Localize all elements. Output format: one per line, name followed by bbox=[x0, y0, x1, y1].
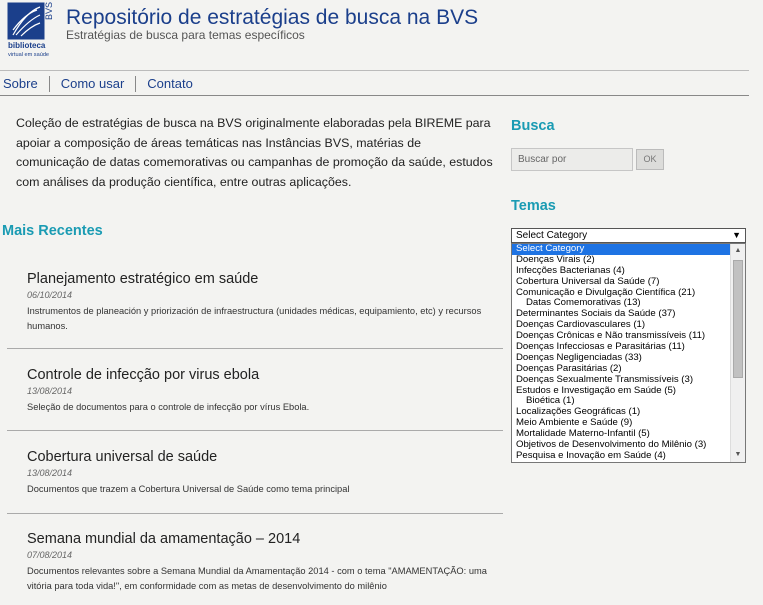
post-divider bbox=[7, 513, 503, 514]
category-select[interactable]: Select Category ▼ bbox=[511, 228, 746, 243]
nav-divider-bottom bbox=[0, 95, 749, 96]
post-divider bbox=[7, 430, 503, 431]
post-title[interactable]: Planejamento estratégico em saúde bbox=[27, 271, 487, 287]
post-item: Controle de infecção por virus ebola 13/… bbox=[27, 367, 487, 415]
nav-item-contato[interactable]: Contato bbox=[136, 76, 204, 92]
post-date: 13/08/2014 bbox=[27, 386, 73, 396]
search-input[interactable] bbox=[511, 148, 633, 171]
logo-line2: virtual em saúde bbox=[8, 52, 49, 58]
recent-heading: Mais Recentes bbox=[2, 223, 103, 239]
bvs-logo[interactable]: BVS biblioteca virtual em saúde bbox=[7, 2, 59, 58]
category-option[interactable]: Doenças Sexualmente Transmissíveis (3) bbox=[512, 374, 731, 386]
dropdown-scrollbar[interactable]: ▲ ▼ bbox=[730, 244, 745, 462]
post-divider bbox=[7, 348, 503, 349]
post-date: 06/10/2014 bbox=[27, 290, 73, 300]
post-excerpt: Seleção de documentos para o controle de… bbox=[27, 402, 310, 412]
post-title[interactable]: Cobertura universal de saúde bbox=[27, 449, 487, 465]
search-ok-button[interactable]: OK bbox=[636, 149, 664, 170]
themes-heading: Temas bbox=[511, 198, 556, 214]
search-heading: Busca bbox=[511, 118, 555, 134]
nav-item-sobre[interactable]: Sobre bbox=[0, 76, 50, 92]
dropdown-arrow-icon: ▼ bbox=[732, 230, 741, 240]
scroll-thumb[interactable] bbox=[733, 260, 743, 378]
post-item: Planejamento estratégico em saúde 06/10/… bbox=[27, 271, 487, 334]
post-date: 07/08/2014 bbox=[27, 550, 73, 560]
post-title[interactable]: Semana mundial da amamentação – 2014 bbox=[27, 531, 487, 547]
post-item: Semana mundial da amamentação – 2014 07/… bbox=[27, 531, 487, 594]
site-title[interactable]: Repositório de estratégias de busca na B… bbox=[66, 6, 478, 30]
category-options: Select Category Doenças Virais (2) Infec… bbox=[512, 244, 731, 462]
logo-bvs-text: BVS bbox=[44, 2, 54, 20]
post-title[interactable]: Controle de infecção por virus ebola bbox=[27, 367, 487, 383]
post-date: 13/08/2014 bbox=[27, 468, 73, 478]
category-option[interactable]: Pesquisa e Inovação em Saúde (4) bbox=[512, 450, 731, 462]
post-item: Cobertura universal de saúde 13/08/2014 … bbox=[27, 449, 487, 497]
scroll-down-icon[interactable]: ▼ bbox=[731, 448, 745, 462]
post-excerpt: Documentos relevantes sobre a Semana Mun… bbox=[27, 566, 487, 591]
post-excerpt: Documentos que trazem a Cobertura Univer… bbox=[27, 484, 350, 494]
site-subtitle: Estratégias de busca para temas específi… bbox=[66, 28, 305, 42]
logo-line1: biblioteca bbox=[8, 41, 46, 50]
post-excerpt: Instrumentos de planeación y priorizació… bbox=[27, 306, 482, 331]
scroll-up-icon[interactable]: ▲ bbox=[731, 244, 745, 258]
intro-text: Coleção de estratégias de busca na BVS o… bbox=[16, 116, 493, 189]
category-dropdown-list[interactable]: Select Category Doenças Virais (2) Infec… bbox=[511, 243, 746, 463]
main-nav: Sobre Como usar Contato bbox=[0, 76, 204, 92]
category-select-value: Select Category bbox=[516, 230, 588, 241]
nav-divider-top bbox=[0, 70, 749, 71]
category-option[interactable]: Cobertura Universal da Saúde (7) bbox=[512, 276, 731, 288]
nav-item-como-usar[interactable]: Como usar bbox=[50, 76, 137, 92]
